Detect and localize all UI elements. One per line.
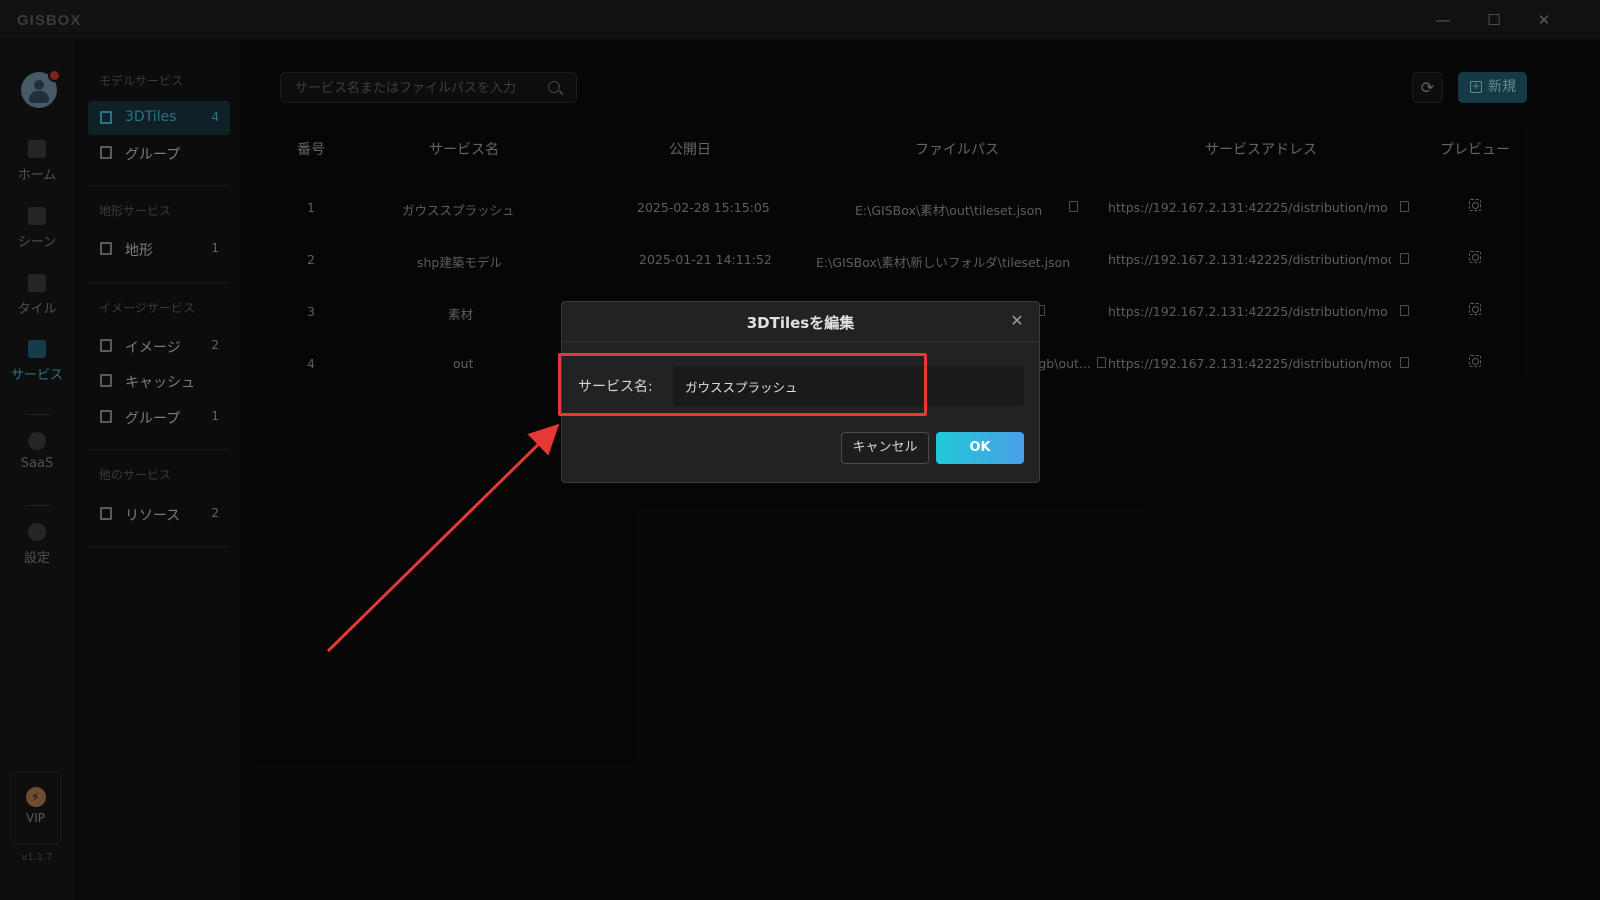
annotation-arrow <box>326 423 560 653</box>
app-window: GISBOX — ☐ ✕ ホーム シーン タイル サービス SaaS 設定 ⚡ … <box>0 0 1600 900</box>
